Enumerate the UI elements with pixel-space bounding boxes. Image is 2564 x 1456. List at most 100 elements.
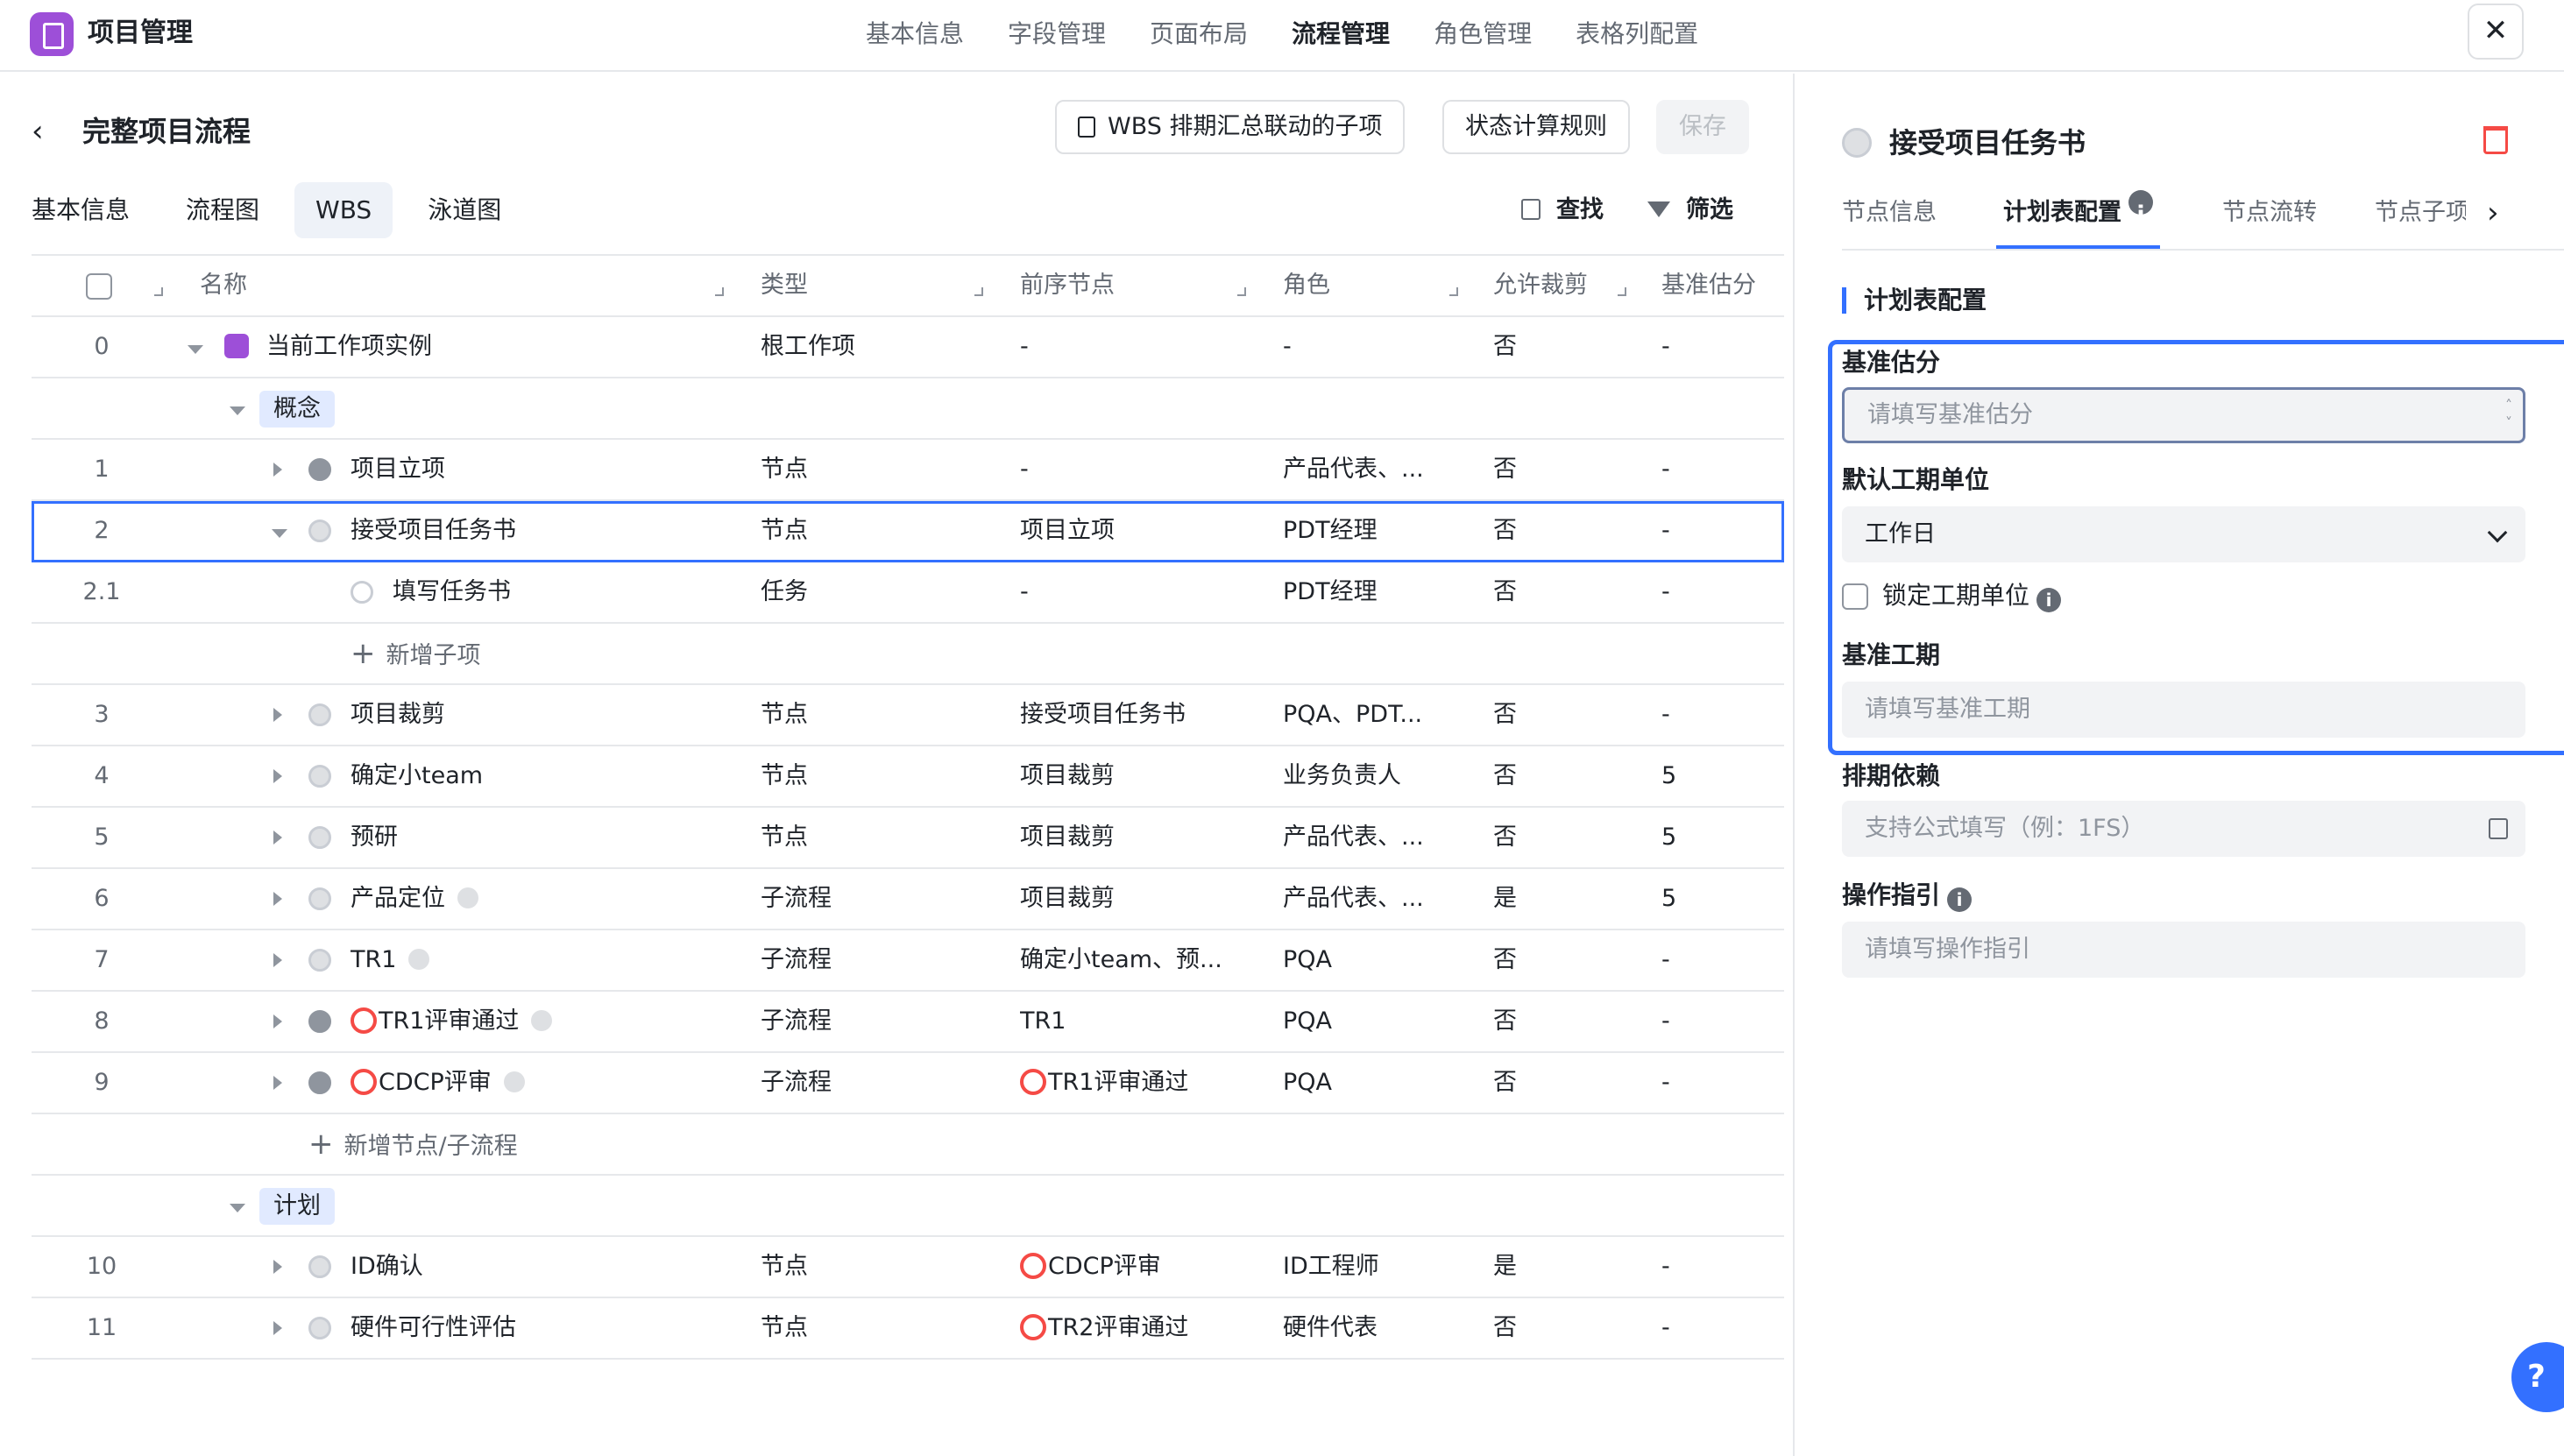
add-subitem-label: 新增子项	[386, 642, 481, 669]
row-pred: CDCP评审	[1048, 1253, 1161, 1280]
table-row[interactable]: 11 硬件可行性评估 节点 TR2评审通过 硬件代表 否 -	[32, 1298, 1784, 1360]
subflow-link-icon[interactable]	[408, 949, 430, 970]
guide-label-text: 操作指引	[1842, 880, 1941, 909]
nav-field-mgmt[interactable]: 字段管理	[1008, 12, 1106, 56]
select-all-checkbox[interactable]	[86, 273, 112, 300]
status-rule-button[interactable]: 状态计算规则	[1442, 100, 1630, 154]
chevron-right-icon[interactable]: ›	[2487, 187, 2499, 238]
est-input[interactable]: 请填写基准估分 ˄ ˅	[1842, 387, 2525, 443]
row-type: 节点	[761, 456, 808, 483]
column-resize-icon[interactable]	[1449, 287, 1458, 296]
tab-basic-info[interactable]: 基本信息	[11, 182, 151, 238]
tab-node-subitems[interactable]: 节点子项	[2375, 187, 2466, 238]
tab-swimlane[interactable]: 泳道图	[407, 182, 522, 238]
group-row[interactable]: 概念	[32, 378, 1784, 440]
expand-icon[interactable]	[273, 953, 282, 967]
header-pred: 前序节点	[1020, 272, 1115, 299]
wbs-linked-items-button[interactable]: WBS 排期汇总联动的子项	[1055, 100, 1406, 154]
expand-icon[interactable]	[273, 830, 282, 845]
table-row[interactable]: 10 ID确认 节点 CDCP评审 ID工程师 是 -	[32, 1237, 1784, 1298]
row-pred: 项目立项	[1020, 517, 1115, 544]
table-row[interactable]: 2.1 填写任务书 任务 - PDT经理 否 -	[32, 562, 1784, 624]
column-resize-icon[interactable]	[974, 287, 983, 296]
table-row[interactable]: 3 项目裁剪 节点 接受项目任务书 PQA、PDT... 否 -	[32, 685, 1784, 746]
column-resize-icon[interactable]	[715, 287, 724, 296]
expand-icon[interactable]	[273, 1076, 282, 1090]
expand-icon[interactable]	[273, 1321, 282, 1335]
tab-flowchart[interactable]: 流程图	[165, 182, 280, 238]
lock-unit-checkbox[interactable]	[1842, 583, 1868, 610]
row-pred: -	[1020, 456, 1029, 483]
nav-process-mgmt[interactable]: 流程管理	[1292, 12, 1390, 56]
row-est: -	[1661, 1253, 1670, 1280]
collapse-icon[interactable]	[230, 1204, 245, 1212]
expand-icon[interactable]	[273, 769, 282, 783]
column-resize-icon[interactable]	[1237, 287, 1246, 296]
dependency-input[interactable]: 支持公式填写（例：1FS）	[1842, 801, 2525, 857]
row-index: 8	[94, 1007, 110, 1035]
find-button[interactable]: 查找	[1521, 193, 1604, 228]
stepper-icon[interactable]: ˄ ˅	[2505, 397, 2512, 432]
expand-icon[interactable]	[273, 463, 282, 477]
add-subitem-row[interactable]: + 新增子项	[32, 624, 1784, 685]
row-pred: 项目裁剪	[1020, 823, 1115, 851]
duration-input[interactable]: 请填写基准工期	[1842, 682, 2525, 738]
collapse-icon[interactable]	[272, 529, 287, 538]
formula-icon[interactable]	[2489, 818, 2508, 839]
node-status-icon	[308, 519, 331, 542]
tab-plan-config[interactable]: 计划表配置 i	[1996, 187, 2160, 249]
nav-basic-info[interactable]: 基本信息	[866, 12, 964, 56]
plus-icon: +	[351, 636, 376, 671]
collapse-icon[interactable]	[188, 345, 203, 354]
row-role: 业务负责人	[1283, 762, 1401, 789]
filter-button[interactable]: 筛选	[1647, 193, 1733, 228]
subflow-link-icon[interactable]	[457, 887, 478, 908]
filter-icon	[1647, 201, 1670, 217]
nav-page-layout[interactable]: 页面布局	[1150, 12, 1248, 56]
top-bar: 项目管理 基本信息 字段管理 页面布局 流程管理 角色管理 表格列配置 ✕	[0, 0, 2564, 72]
header-name: 名称	[200, 272, 247, 299]
subflow-link-icon[interactable]	[503, 1071, 525, 1092]
collapse-icon[interactable]	[230, 406, 245, 415]
row-role: PQA	[1283, 1007, 1333, 1035]
process-editor: ‹ 完整项目流程 WBS 排期汇总联动的子项 状态计算规则 保存 基本信息 流程…	[0, 74, 1793, 1456]
row-est: -	[1661, 456, 1670, 483]
expand-icon[interactable]	[273, 1014, 282, 1028]
guide-input[interactable]: 请填写操作指引	[1842, 922, 2525, 978]
table-row[interactable]: 0 当前工作项实例 根工作项 - - 否 -	[32, 317, 1784, 378]
subflow-link-icon[interactable]	[531, 1010, 553, 1031]
header-cut: 允许裁剪	[1493, 272, 1588, 299]
table-row[interactable]: 4 确定小team 节点 项目裁剪 业务负责人 否 5	[32, 746, 1784, 808]
table-row[interactable]: 5 预研 节点 项目裁剪 产品代表、... 否 5	[32, 808, 1784, 869]
unit-select[interactable]: 工作日	[1842, 506, 2525, 562]
group-row[interactable]: 计划	[32, 1176, 1784, 1237]
row-type: 任务	[761, 578, 808, 605]
node-status-icon	[308, 703, 331, 726]
column-resize-icon[interactable]	[1618, 287, 1626, 296]
table-row-selected[interactable]: 2 接受项目任务书 节点 项目立项 PDT经理 否 -	[32, 501, 1784, 562]
row-type: 节点	[761, 1253, 808, 1280]
expand-icon[interactable]	[273, 708, 282, 722]
table-row[interactable]: 9 CDCP评审 子流程 TR1评审通过 PQA 否 -	[32, 1053, 1784, 1114]
save-button[interactable]: 保存	[1656, 100, 1749, 154]
expand-icon[interactable]	[273, 1260, 282, 1274]
tab-wbs[interactable]: WBS	[294, 182, 393, 238]
plus-icon: +	[308, 1127, 334, 1162]
close-button[interactable]: ✕	[2468, 4, 2524, 60]
task-status-icon[interactable]	[351, 581, 373, 604]
tab-node-flow[interactable]: 节点流转	[2222, 187, 2317, 238]
delete-icon[interactable]	[2483, 126, 2508, 154]
table-row[interactable]: 6 产品定位 子流程 项目裁剪 产品代表、... 是 5	[32, 869, 1784, 930]
back-icon[interactable]: ‹	[32, 114, 44, 149]
add-node-row[interactable]: + 新增节点/子流程	[32, 1114, 1784, 1176]
tab-node-info[interactable]: 节点信息	[1842, 187, 1937, 238]
row-cut: 否	[1493, 1007, 1517, 1035]
expand-icon[interactable]	[273, 892, 282, 906]
duration-label: 基准工期	[1842, 640, 1941, 669]
table-row[interactable]: 8 TR1评审通过 子流程 TR1 PQA 否 -	[32, 992, 1784, 1053]
column-resize-icon[interactable]	[154, 287, 163, 296]
nav-table-columns[interactable]: 表格列配置	[1576, 12, 1698, 56]
nav-role-mgmt[interactable]: 角色管理	[1434, 12, 1532, 56]
table-row[interactable]: 7 TR1 子流程 确定小team、预... PQA 否 -	[32, 930, 1784, 992]
table-row[interactable]: 1 项目立项 节点 - 产品代表、... 否 -	[32, 440, 1784, 501]
